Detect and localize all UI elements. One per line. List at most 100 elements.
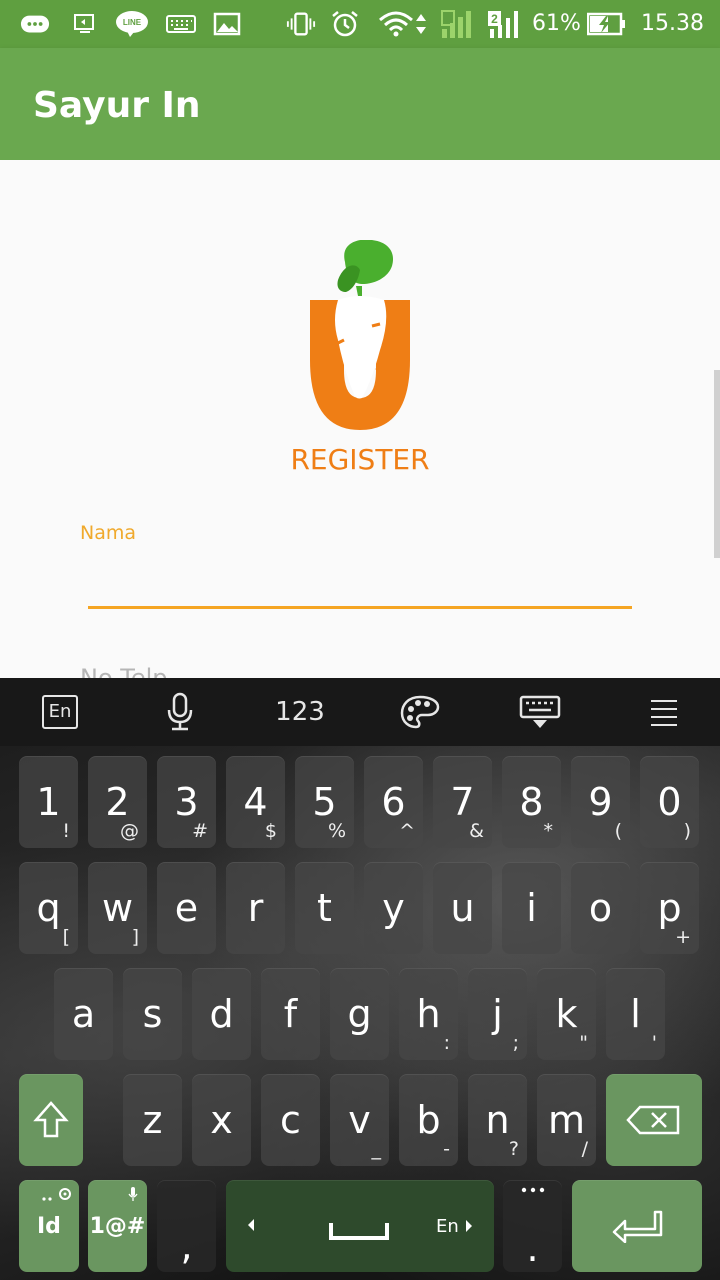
vibrate-icon	[286, 10, 316, 38]
language-label: En	[42, 695, 78, 729]
key-label: z	[142, 1098, 163, 1142]
key-k[interactable]: k "	[537, 968, 596, 1060]
key-0[interactable]: 0)	[640, 756, 699, 848]
space-bar-icon	[329, 1223, 389, 1240]
wifi-icon	[378, 10, 414, 38]
key-secondary-label: ;	[512, 1032, 519, 1054]
palette-icon	[400, 695, 440, 729]
gallery-icon	[212, 10, 242, 38]
key-i[interactable]: i	[502, 862, 561, 954]
enter-key[interactable]	[572, 1180, 702, 1272]
key-label: x	[210, 1098, 233, 1142]
key-z[interactable]: z	[123, 1074, 182, 1166]
key-secondary-label: #	[192, 820, 208, 842]
key-q[interactable]: q[	[19, 862, 78, 954]
keyboard-menu-button[interactable]	[624, 678, 704, 746]
key-u[interactable]: u	[433, 862, 492, 954]
key-t[interactable]: t	[295, 862, 354, 954]
app-bar: Sayur In	[0, 48, 720, 160]
key-b[interactable]: b-	[399, 1074, 458, 1166]
microphone-icon	[167, 692, 193, 731]
key-c[interactable]: c	[261, 1074, 320, 1166]
key-1[interactable]: 1!	[19, 756, 78, 848]
key-6[interactable]: 6 ^	[364, 756, 423, 848]
key-label: i	[526, 886, 537, 930]
theme-button[interactable]	[380, 678, 460, 746]
menu-icon	[651, 700, 677, 726]
key-3[interactable]: 3 #	[157, 756, 216, 848]
key-y[interactable]: y	[364, 862, 423, 954]
register-heading: REGISTER	[290, 443, 430, 476]
key-secondary-label: _	[371, 1138, 382, 1160]
hide-keyboard-button[interactable]	[500, 678, 580, 746]
symbols-key-label: 1@#	[89, 1214, 146, 1239]
key-secondary-label: '	[651, 1032, 657, 1054]
signal-sim1-icon	[440, 10, 476, 38]
key-secondary-label: ]	[131, 926, 139, 948]
key-d[interactable]: d	[192, 968, 251, 1060]
key-w[interactable]: w]	[88, 862, 147, 954]
key-m[interactable]: m /	[537, 1074, 596, 1166]
key-label: r	[247, 886, 264, 930]
key-p[interactable]: p +	[640, 862, 699, 954]
battery-percent: 61%	[532, 11, 581, 36]
comma-key-label: ,	[180, 1224, 193, 1268]
key-9[interactable]: 9(	[571, 756, 630, 848]
key-h[interactable]: h:	[399, 968, 458, 1060]
key-secondary-label: )	[683, 820, 691, 842]
key-5[interactable]: 5%	[295, 756, 354, 848]
numbers-button[interactable]: 123	[260, 678, 340, 746]
key-v[interactable]: v _	[330, 1074, 389, 1166]
keyboard-hide-icon	[519, 695, 561, 728]
key-4[interactable]: 4 $	[226, 756, 285, 848]
clock: 15.38	[641, 11, 704, 36]
key-label: y	[382, 886, 405, 930]
alarm-icon	[330, 10, 360, 38]
key-label: e	[174, 886, 199, 930]
key-8[interactable]: 8 *	[502, 756, 561, 848]
key-secondary-label: *	[543, 820, 554, 842]
app-title: Sayur In	[33, 85, 201, 126]
shift-key[interactable]	[19, 1074, 83, 1166]
key-label: f	[283, 992, 298, 1036]
key-r[interactable]: r	[226, 862, 285, 954]
key-secondary-label: -	[443, 1138, 450, 1160]
space-key[interactable]: En	[226, 1180, 494, 1272]
carrot-logo-icon	[300, 239, 420, 440]
key-7[interactable]: 7 &	[433, 756, 492, 848]
key-2[interactable]: 2 @	[88, 756, 147, 848]
key-g[interactable]: g	[330, 968, 389, 1060]
scrollbar[interactable]	[714, 370, 720, 558]
key-a[interactable]: a	[54, 968, 113, 1060]
period-key-label: .	[526, 1226, 539, 1270]
more-dots-icon	[521, 1187, 545, 1193]
comma-key[interactable]: ,	[157, 1180, 216, 1272]
soft-keyboard: En 123 1! 2 @3 #4 $5% 6 ^ 7 & 8 * 9(0) q[w] e r t y u i o p +…	[0, 678, 720, 1280]
period-key[interactable]: .	[503, 1180, 562, 1272]
key-secondary-label: ?	[508, 1138, 519, 1160]
symbols-key[interactable]: 1@#	[88, 1180, 147, 1272]
key-secondary-label: /	[581, 1138, 588, 1160]
key-s[interactable]: s	[123, 968, 182, 1060]
key-o[interactable]: o	[571, 862, 630, 954]
key-l[interactable]: l '	[606, 968, 665, 1060]
name-field[interactable]	[88, 540, 632, 609]
battery-charging-icon	[587, 10, 627, 38]
settings-gear-icon	[42, 1188, 71, 1201]
language-key[interactable]: Id	[19, 1180, 79, 1272]
key-e[interactable]: e	[157, 862, 216, 954]
key-secondary-label: $	[264, 820, 277, 842]
key-label: u	[450, 886, 475, 930]
key-n[interactable]: n?	[468, 1074, 527, 1166]
svg-text:LINE: LINE	[123, 18, 142, 27]
voice-input-button[interactable]	[140, 678, 220, 746]
language-switch-button[interactable]: En	[20, 678, 100, 746]
key-secondary-label: &	[469, 820, 484, 842]
key-j[interactable]: j;	[468, 968, 527, 1060]
key-f[interactable]: f	[261, 968, 320, 1060]
key-secondary-label: +	[675, 926, 691, 948]
space-language-label: En	[436, 1216, 459, 1237]
key-secondary-label: %	[327, 820, 346, 842]
key-x[interactable]: x	[192, 1074, 251, 1166]
backspace-key[interactable]	[606, 1074, 702, 1166]
